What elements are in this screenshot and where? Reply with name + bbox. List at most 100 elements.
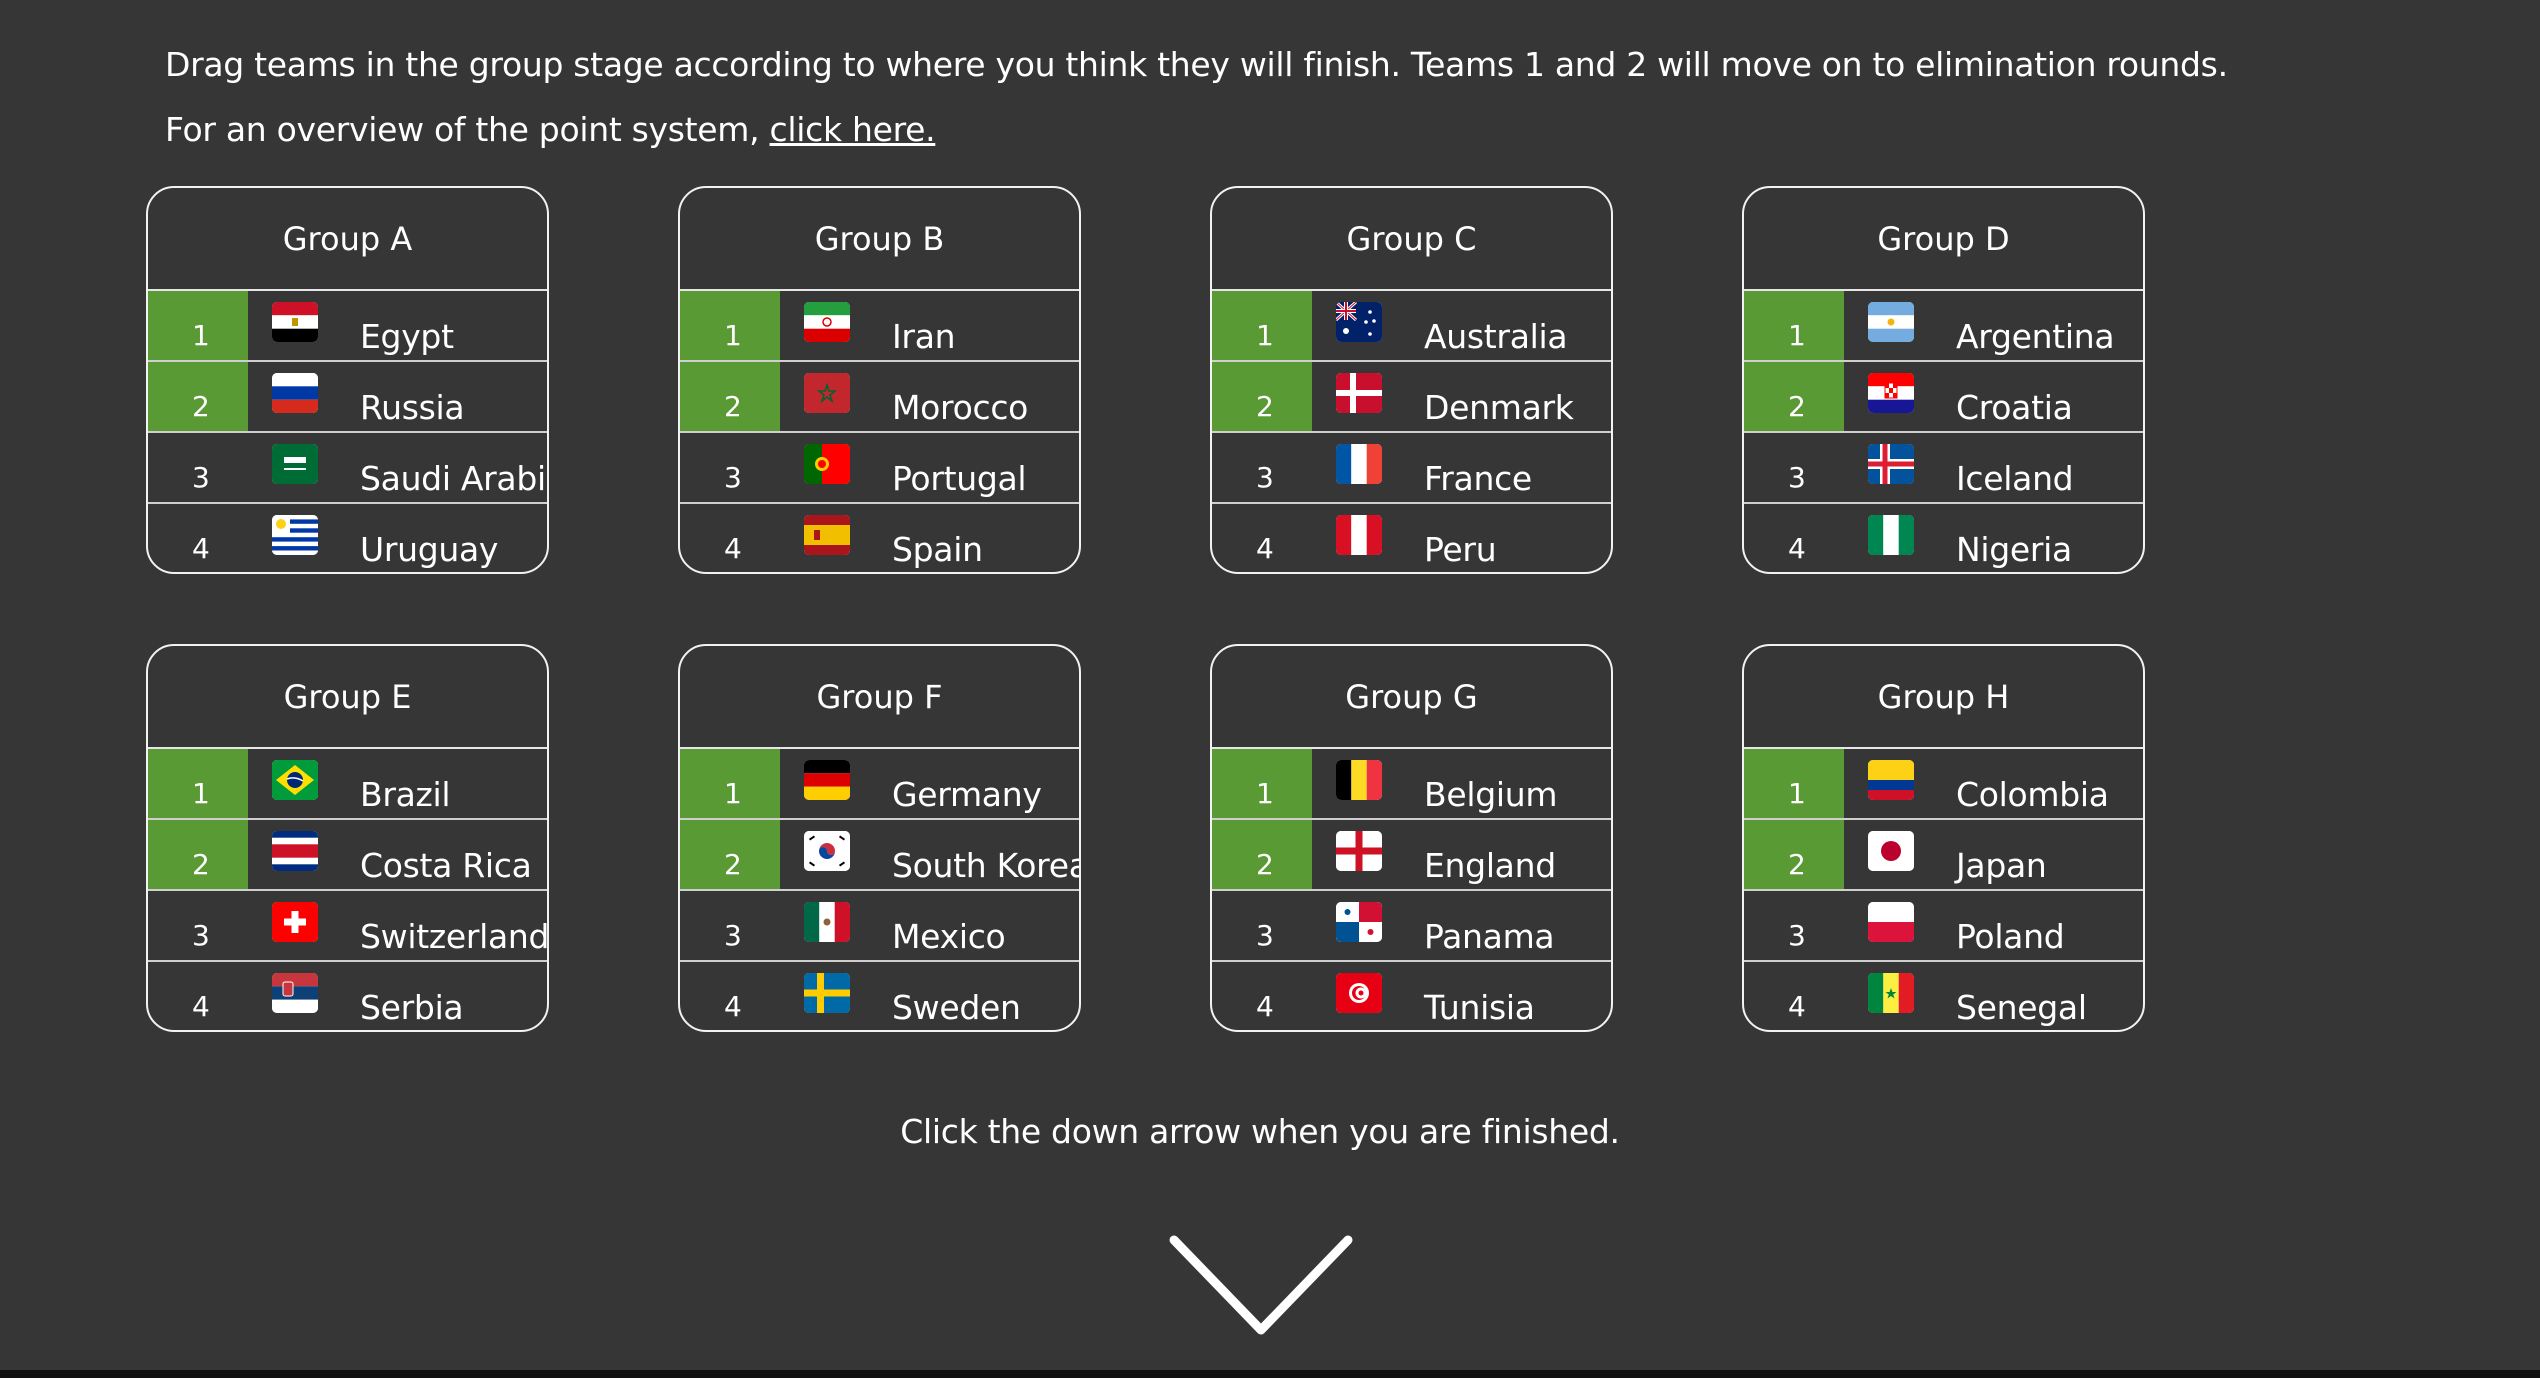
brazil-flag-icon <box>272 760 318 800</box>
team-row[interactable]: 4 Spain <box>680 504 1079 572</box>
rank-number: 2 <box>680 362 780 431</box>
team-row[interactable]: 3 Poland <box>1744 891 2143 962</box>
team-row[interactable]: 3 Panama <box>1212 891 1611 962</box>
team-row[interactable]: 4 Senegal <box>1744 962 2143 1030</box>
rank-number: 3 <box>1256 461 1274 494</box>
team-row[interactable]: 2 Russia <box>148 362 547 433</box>
team-row[interactable]: 4 Sweden <box>680 962 1079 1030</box>
group-title: Group F <box>680 646 1079 749</box>
team-name: Morocco <box>892 388 1029 427</box>
team-name: Russia <box>360 388 465 427</box>
team-row[interactable]: 2 South Korea <box>680 820 1079 891</box>
team-row[interactable]: 1 Colombia <box>1744 749 2143 820</box>
tunisia-flag-icon <box>1336 973 1382 1013</box>
team-name: Sweden <box>892 988 1021 1027</box>
team-name: Portugal <box>892 459 1027 498</box>
bottom-bar <box>0 1370 2540 1378</box>
team-name: Egypt <box>360 317 454 356</box>
poland-flag-icon <box>1868 902 1914 942</box>
chevron-down-icon[interactable] <box>1166 1232 1356 1342</box>
instructions-text: Drag teams in the group stage according … <box>165 45 2228 84</box>
rank-number: 4 <box>192 990 210 1023</box>
rank-number: 2 <box>1744 820 1844 889</box>
uruguay-flag-icon <box>272 515 318 555</box>
team-row[interactable]: 4 Peru <box>1212 504 1611 572</box>
group-card: Group D 1 Argentina 2 Croatia 3 Iceland … <box>1742 186 2145 574</box>
team-name: Croatia <box>1956 388 2073 427</box>
team-name: Panama <box>1424 917 1555 956</box>
denmark-flag-icon <box>1336 373 1382 413</box>
team-name: Spain <box>892 530 983 569</box>
morocco-flag-icon <box>804 373 850 413</box>
team-row[interactable]: 3 France <box>1212 433 1611 504</box>
group-title: Group G <box>1212 646 1611 749</box>
team-row[interactable]: 1 Belgium <box>1212 749 1611 820</box>
team-name: Senegal <box>1956 988 2087 1027</box>
group-title: Group E <box>148 646 547 749</box>
rank-number: 4 <box>724 990 742 1023</box>
nigeria-flag-icon <box>1868 515 1914 555</box>
australia-flag-icon <box>1336 302 1382 342</box>
team-name: Denmark <box>1424 388 1574 427</box>
team-row[interactable]: 2 Morocco <box>680 362 1079 433</box>
germany-flag-icon <box>804 760 850 800</box>
team-name: Germany <box>892 775 1042 814</box>
costa-rica-flag-icon <box>272 831 318 871</box>
team-row[interactable]: 3 Iceland <box>1744 433 2143 504</box>
rank-number: 1 <box>1744 749 1844 818</box>
rank-number: 1 <box>680 749 780 818</box>
instructions: Drag teams in the group stage according … <box>165 32 2228 162</box>
rank-number: 3 <box>192 919 210 952</box>
russia-flag-icon <box>272 373 318 413</box>
team-name: Mexico <box>892 917 1006 956</box>
mexico-flag-icon <box>804 902 850 942</box>
team-name: England <box>1424 846 1556 885</box>
rank-number: 3 <box>1256 919 1274 952</box>
iran-flag-icon <box>804 302 850 342</box>
team-row[interactable]: 1 Iran <box>680 291 1079 362</box>
japan-flag-icon <box>1868 831 1914 871</box>
point-system-link[interactable]: click here. <box>770 110 936 149</box>
group-title: Group B <box>680 188 1079 291</box>
point-system-prefix: For an overview of the point system, <box>165 110 770 149</box>
team-row[interactable]: 1 Germany <box>680 749 1079 820</box>
team-row[interactable]: 4 Serbia <box>148 962 547 1030</box>
rank-number: 2 <box>680 820 780 889</box>
team-row[interactable]: 3 Switzerland <box>148 891 547 962</box>
spain-flag-icon <box>804 515 850 555</box>
sweden-flag-icon <box>804 973 850 1013</box>
team-row[interactable]: 1 Argentina <box>1744 291 2143 362</box>
team-row[interactable]: 3 Mexico <box>680 891 1079 962</box>
team-row[interactable]: 3 Portugal <box>680 433 1079 504</box>
team-row[interactable]: 2 Japan <box>1744 820 2143 891</box>
team-row[interactable]: 1 Brazil <box>148 749 547 820</box>
team-row[interactable]: 1 Australia <box>1212 291 1611 362</box>
team-row[interactable]: 4 Nigeria <box>1744 504 2143 572</box>
team-name: Costa Rica <box>360 846 532 885</box>
rank-number: 4 <box>1256 990 1274 1023</box>
group-grid: Group A 1 Egypt 2 Russia 3 Saudi Arabia … <box>146 186 2145 1032</box>
team-row[interactable]: 2 Croatia <box>1744 362 2143 433</box>
panama-flag-icon <box>1336 902 1382 942</box>
team-row[interactable]: 2 England <box>1212 820 1611 891</box>
team-row[interactable]: 2 Costa Rica <box>148 820 547 891</box>
group-card: Group E 1 Brazil 2 Costa Rica 3 Switzerl… <box>146 644 549 1032</box>
group-title: Group D <box>1744 188 2143 291</box>
team-name: South Korea <box>892 846 1081 885</box>
team-row[interactable]: 4 Tunisia <box>1212 962 1611 1030</box>
saudi-arabia-flag-icon <box>272 444 318 484</box>
group-title: Group A <box>148 188 547 291</box>
team-name: Peru <box>1424 530 1497 569</box>
team-row[interactable]: 2 Denmark <box>1212 362 1611 433</box>
rank-number: 4 <box>1256 532 1274 565</box>
group-card: Group B 1 Iran 2 Morocco 3 Portugal 4 Sp… <box>678 186 1081 574</box>
finish-instruction: Click the down arrow when you are finish… <box>900 1112 1620 1151</box>
team-name: Argentina <box>1956 317 2115 356</box>
croatia-flag-icon <box>1868 373 1914 413</box>
team-row[interactable]: 4 Uruguay <box>148 504 547 572</box>
team-row[interactable]: 3 Saudi Arabia <box>148 433 547 504</box>
team-name: Colombia <box>1956 775 2109 814</box>
group-title: Group H <box>1744 646 2143 749</box>
team-row[interactable]: 1 Egypt <box>148 291 547 362</box>
senegal-flag-icon <box>1868 973 1914 1013</box>
